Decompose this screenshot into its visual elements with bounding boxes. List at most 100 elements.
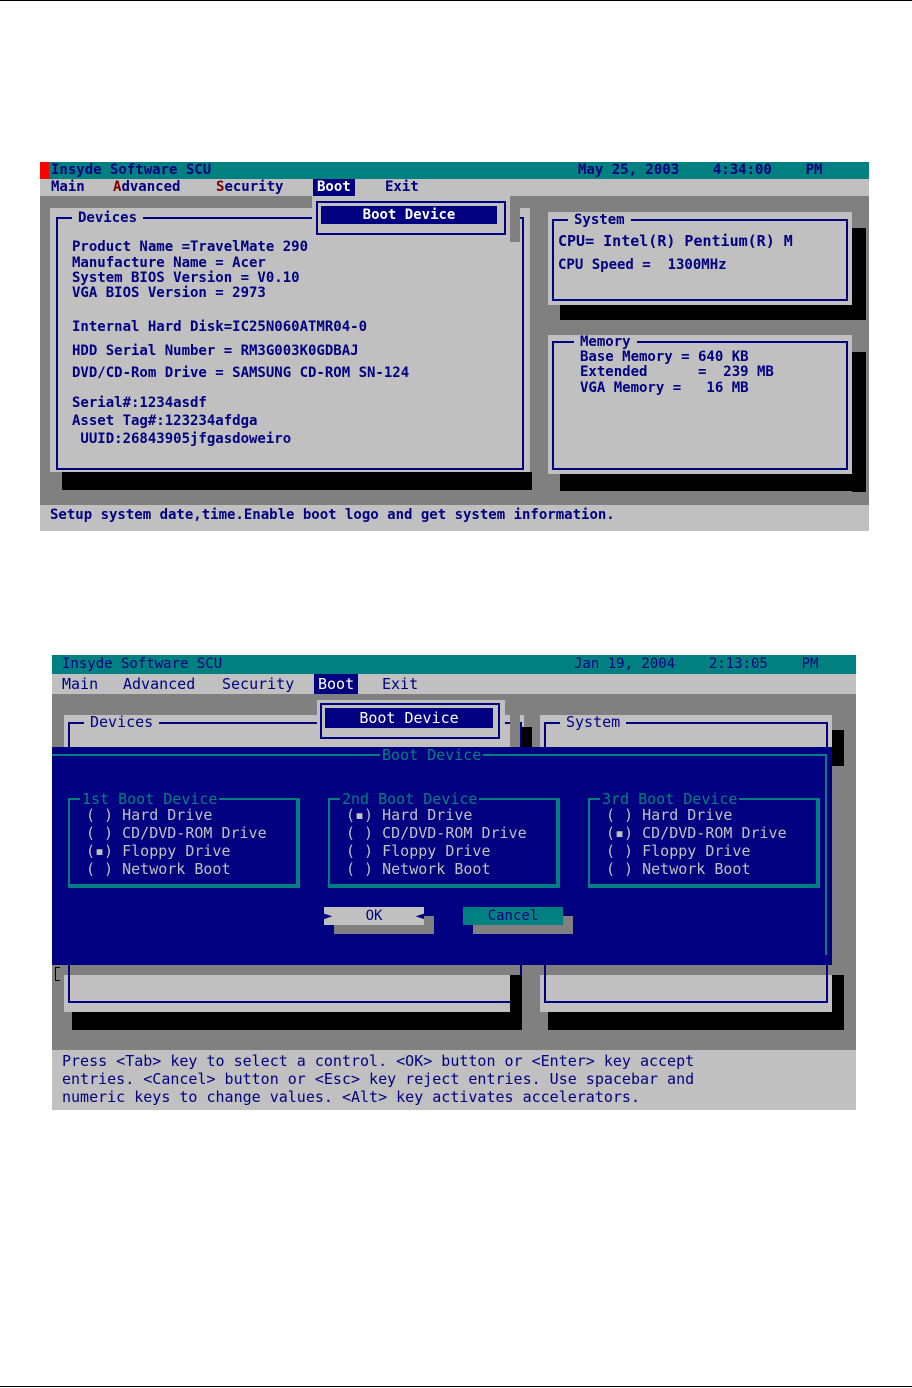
system-panel-shadow-right xyxy=(832,975,844,1030)
bios-screenshot-boot-device: Insyde Software SCU Jan 19, 2004 2:13:05… xyxy=(52,655,856,1110)
device-info-row: HDD Serial Number = RM3G003K0GDBAJ xyxy=(72,343,359,359)
panel-gap xyxy=(510,713,520,749)
option-label: Network Boot xyxy=(642,860,751,878)
boot-option[interactable]: ( ) CD/DVD-ROM Drive xyxy=(86,824,267,842)
option-label: Hard Drive xyxy=(642,806,733,824)
status-help-line: numeric keys to change values. <Alt> key… xyxy=(62,1088,640,1106)
device-info-row: Serial#:1234asdf xyxy=(72,395,207,411)
device-info-row: Manufacture Name = Acer xyxy=(72,255,266,271)
focus-arrow-right-icon: ◄ xyxy=(415,908,424,924)
menu-main[interactable]: Main xyxy=(51,179,85,196)
cancel-button-label: Cancel xyxy=(487,908,539,924)
menu-security[interactable]: Security xyxy=(222,674,294,694)
radio-button[interactable]: ( ) xyxy=(86,860,113,878)
device-info-row: UUID:26843905jfgasdoweiro xyxy=(72,431,292,447)
devices-panel-shadow xyxy=(62,472,532,490)
option-label: Network Boot xyxy=(382,860,491,878)
radio-button[interactable]: ( ) xyxy=(606,842,633,860)
devices-panel-shadow xyxy=(72,1012,520,1030)
option-label: Floppy Drive xyxy=(382,842,491,860)
boot-device-menu-item[interactable]: Boot Device xyxy=(325,708,493,728)
radio-button-selected[interactable]: (▪) xyxy=(86,842,113,860)
menu-boot[interactable]: Boot xyxy=(313,179,355,196)
device-info-row: System BIOS Version = V0.10 xyxy=(72,270,300,286)
memory-info-row: Base Memory = 640 KB xyxy=(580,349,749,365)
option-label: Hard Drive xyxy=(382,806,473,824)
devices-panel-shadow-right xyxy=(510,975,522,1030)
menu-exit[interactable]: Exit xyxy=(382,674,418,694)
boot-group-3rd: 3rd Boot Device ( ) Hard Drive (▪) CD/DV… xyxy=(588,790,820,888)
status-help-line: entries. <Cancel> button or <Esc> key re… xyxy=(62,1070,695,1088)
system-info-row: CPU Speed = 1300MHz xyxy=(558,257,727,273)
datetime-readout: Jan 19, 2004 2:13:05 PM xyxy=(574,656,819,672)
option-label: Floppy Drive xyxy=(642,842,751,860)
status-bar: Press <Tab> key to select a control. <OK… xyxy=(52,1050,856,1110)
title-bar: Insyde Software SCU May 25, 2003 4:34:00… xyxy=(40,162,869,179)
group-title: 2nd Boot Device xyxy=(340,790,480,808)
memory-panel-shadow-right xyxy=(852,352,866,492)
radio-button-selected[interactable]: (▪) xyxy=(606,824,633,842)
radio-button[interactable]: ( ) xyxy=(346,824,373,842)
group-title: 3rd Boot Device xyxy=(600,790,740,808)
devices-panel-lower xyxy=(64,963,522,1012)
option-label: Floppy Drive xyxy=(122,842,231,860)
title-bar: Insyde Software SCU Jan 19, 2004 2:13:05… xyxy=(52,655,856,674)
menu-main[interactable]: Main xyxy=(62,674,98,694)
devices-panel-title: Devices xyxy=(84,715,160,730)
boot-option[interactable]: ( ) CD/DVD-ROM Drive xyxy=(346,824,527,842)
radio-button[interactable]: ( ) xyxy=(606,860,633,878)
status-help-line: Press <Tab> key to select a control. <OK… xyxy=(62,1052,695,1070)
boot-option[interactable]: ( ) Network Boot xyxy=(346,860,491,878)
cancel-button[interactable]: Cancel xyxy=(463,907,563,925)
bios-screenshot-main: Insyde Software SCU May 25, 2003 4:34:00… xyxy=(40,162,869,531)
app-title: Insyde Software SCU xyxy=(51,162,212,178)
boot-option[interactable]: (▪) Floppy Drive xyxy=(86,842,231,860)
system-info-row: CPU= Intel(R) Pentium(R) M xyxy=(558,232,793,250)
boot-option[interactable]: (▪) Hard Drive xyxy=(346,806,472,824)
memory-info-row: Extended = 239 MB xyxy=(580,364,774,380)
boot-option[interactable]: ( ) Network Boot xyxy=(86,860,231,878)
system-frame-lower xyxy=(544,963,828,1003)
cursor-marker xyxy=(40,162,49,179)
boot-submenu: Boot Device xyxy=(312,196,510,242)
device-info-row: DVD/CD-Rom Drive = SAMSUNG CD-ROM SN-124 xyxy=(72,365,410,381)
device-info-row: Internal Hard Disk=IC25N060ATMR04-0 xyxy=(72,319,368,335)
boot-option[interactable]: ( ) Hard Drive xyxy=(86,806,212,824)
radio-button[interactable]: ( ) xyxy=(86,824,113,842)
menu-advanced[interactable]: Advanced xyxy=(123,674,195,694)
datetime-readout: May 25, 2003 4:34:00 PM xyxy=(578,162,823,178)
system-panel-lower xyxy=(540,963,832,1012)
option-label: CD/DVD-ROM Drive xyxy=(122,824,267,842)
boot-option[interactable]: ( ) Floppy Drive xyxy=(346,842,491,860)
device-info-row: Asset Tag#:123234afdga xyxy=(72,413,258,429)
radio-button[interactable]: ( ) xyxy=(346,842,373,860)
radio-button[interactable]: ( ) xyxy=(86,806,113,824)
menu-exit[interactable]: Exit xyxy=(385,179,419,196)
menu-advanced[interactable]: Advanced xyxy=(113,179,180,196)
boot-device-menu-item[interactable]: Boot Device xyxy=(321,206,497,224)
radio-button[interactable]: ( ) xyxy=(606,806,633,824)
boot-device-dialog: Boot Device 1st Boot Device ( ) Hard Dri… xyxy=(52,747,832,965)
menu-bar: Main Advanced Security Boot Exit xyxy=(52,674,856,694)
boot-group-1st: 1st Boot Device ( ) Hard Drive ( ) CD/DV… xyxy=(68,791,300,888)
dialog-title: Boot Device xyxy=(380,746,484,764)
boot-option[interactable]: ( ) Network Boot xyxy=(606,860,751,878)
memory-info-row: VGA Memory = 16 MB xyxy=(580,380,749,396)
radio-button-selected[interactable]: (▪) xyxy=(346,806,373,824)
app-title: Insyde Software SCU xyxy=(62,656,223,672)
page-top-rule xyxy=(0,0,912,1)
boot-option[interactable]: ( ) Floppy Drive xyxy=(606,842,751,860)
system-panel-title: System xyxy=(568,213,631,227)
system-panel-title: System xyxy=(560,715,627,730)
boot-option[interactable]: (▪) CD/DVD-ROM Drive xyxy=(606,824,787,842)
boot-group-2nd: 2nd Boot Device (▪) Hard Drive ( ) CD/DV… xyxy=(328,790,560,888)
option-label: Network Boot xyxy=(122,860,231,878)
focus-arrow-left-icon: ► xyxy=(324,908,333,924)
menu-security[interactable]: Security xyxy=(216,179,283,196)
system-panel-shadow-right xyxy=(832,730,844,766)
memory-panel-title: Memory xyxy=(574,335,637,349)
menu-boot[interactable]: Boot xyxy=(314,674,359,694)
boot-option[interactable]: ( ) Hard Drive xyxy=(606,806,732,824)
radio-button[interactable]: ( ) xyxy=(346,860,373,878)
ok-button[interactable]: ► OK ◄ xyxy=(324,907,424,925)
